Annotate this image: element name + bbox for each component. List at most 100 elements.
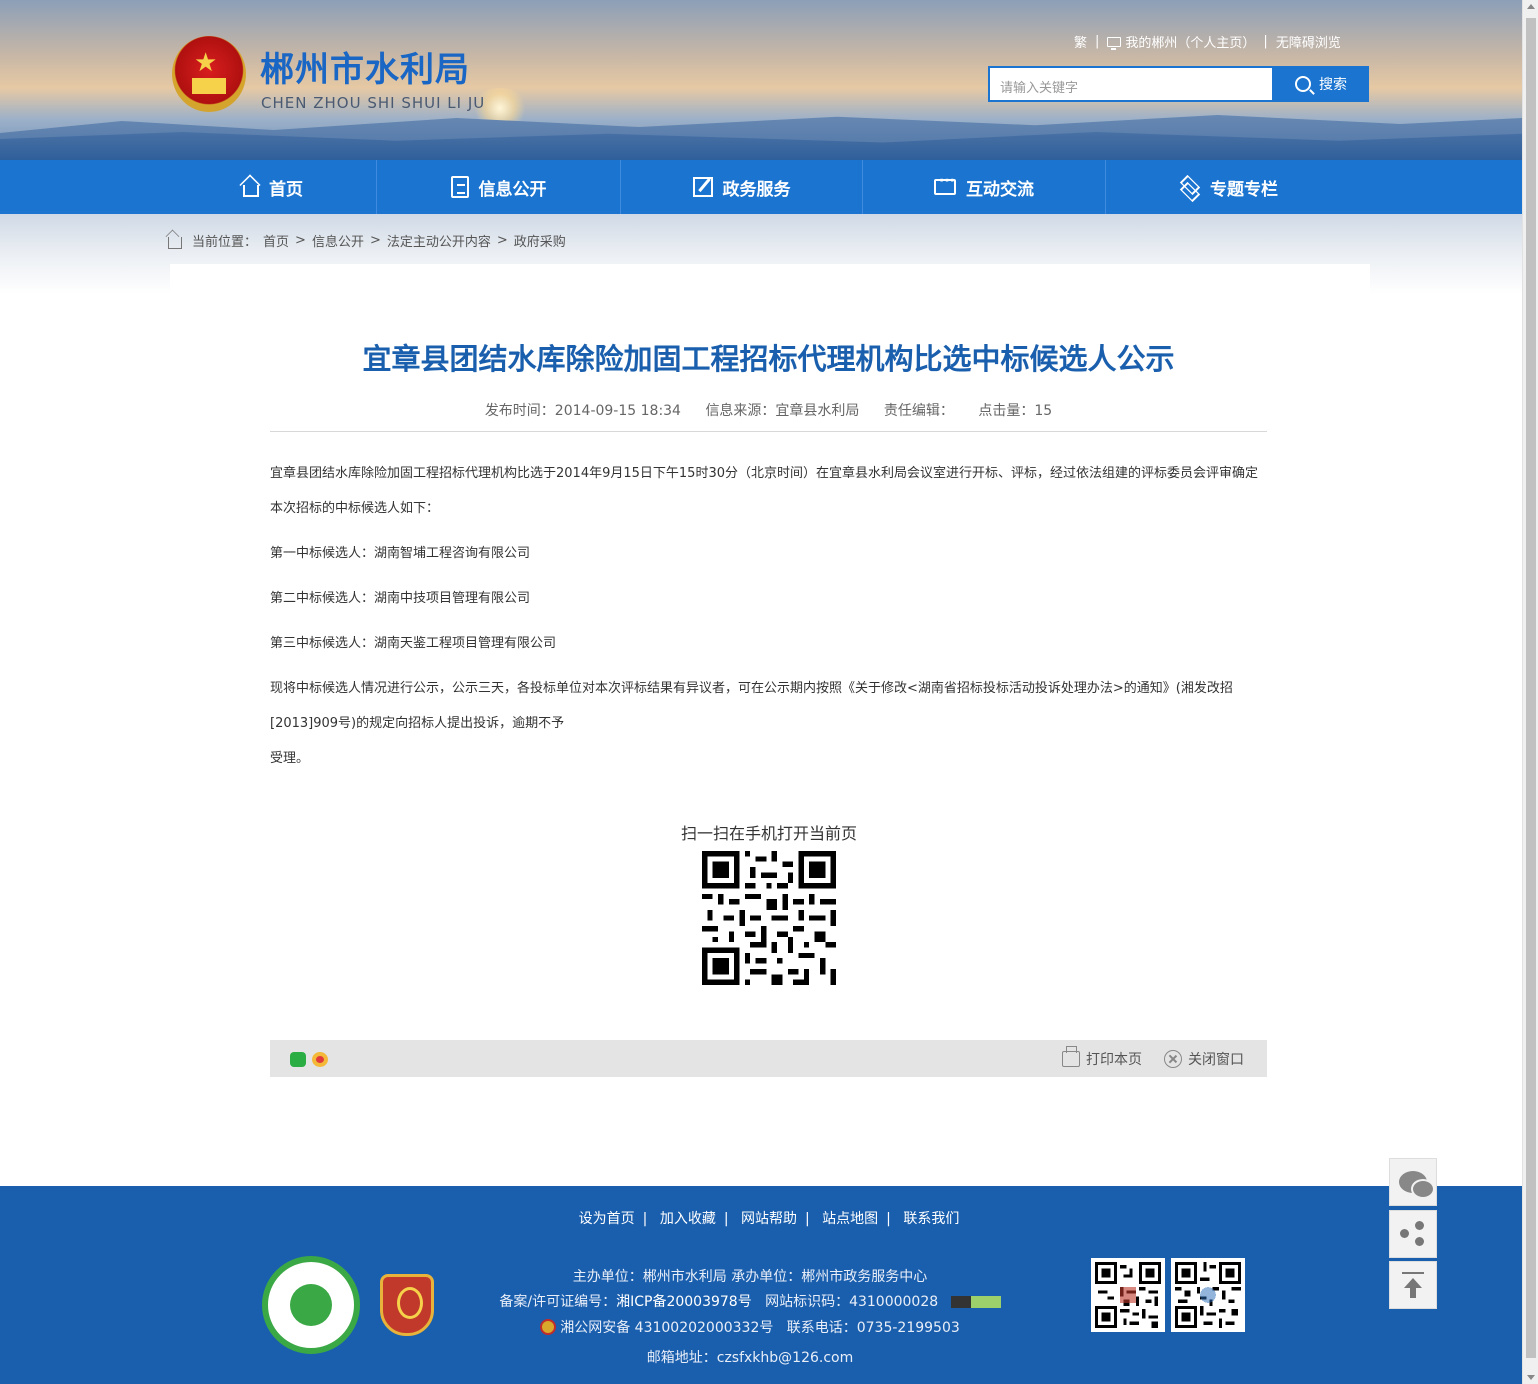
layers-icon	[1178, 176, 1200, 198]
footer-link-add-favorite[interactable]: 加入收藏	[660, 1211, 716, 1227]
police-record[interactable]: 湘公网安备 43100202000332号	[560, 1320, 773, 1336]
breadcrumb-item-procurement[interactable]: 政府采购	[514, 231, 566, 250]
side-share-button[interactable]	[1389, 1210, 1437, 1258]
share-icon	[1400, 1221, 1426, 1247]
nav-label: 互动交流	[966, 179, 1034, 200]
article-paragraph: 受理。	[270, 751, 310, 766]
nav-item-gov-services[interactable]: 政务服务	[621, 160, 862, 214]
footer-link-set-homepage[interactable]: 设为首页	[579, 1211, 635, 1227]
arrow-up-icon	[1402, 1272, 1424, 1298]
main-nav: 首页 信息公开 政务服务 互动交流 专题专栏	[0, 160, 1522, 214]
separator: |	[1263, 34, 1268, 49]
site-code: 网站标识码：4310000028	[765, 1294, 939, 1310]
article-paragraph: 第一中标候选人：湖南智埔工程咨询有限公司	[270, 546, 531, 561]
article-paragraph: 第二中标候选人：湖南中技项目管理有限公司	[270, 591, 531, 606]
close-icon	[1164, 1050, 1182, 1068]
back-to-top-button[interactable]	[1389, 1261, 1437, 1309]
footer-links: 设为首页 | 加入收藏 | 网站帮助 | 站点地图 | 联系我们	[0, 1208, 1538, 1228]
article-meta: 发布时间：2014-09-15 18:34 信息来源：宜章县水利局 责任编辑： …	[270, 400, 1267, 420]
icp-link[interactable]: 湘ICP备20003978号	[616, 1294, 752, 1310]
my-portal-link[interactable]: 我的郴州（个人主页）	[1107, 32, 1255, 51]
qr-caption: 扫一扫在手机打开当前页	[680, 824, 857, 843]
view-count: 点击量：15	[978, 403, 1053, 419]
vertical-scrollbar[interactable]	[1522, 0, 1538, 1384]
search-button-label: 搜索	[1319, 77, 1347, 93]
document-icon	[450, 176, 469, 198]
close-label: 关闭窗口	[1188, 1052, 1244, 1068]
footer-icp-line: 备案/许可证编号：湘ICP备20003978号 网站标识码：4310000028	[480, 1291, 1020, 1311]
breadcrumb-prefix: 当前位置：	[192, 235, 258, 250]
close-window-button[interactable]: 关闭窗口	[1164, 1049, 1244, 1069]
breadcrumb-separator: >	[369, 233, 381, 248]
site-title[interactable]: 郴州市水利局	[260, 42, 470, 91]
monitor-icon	[1107, 37, 1122, 50]
separator: |	[1095, 34, 1100, 49]
nav-item-special-topics[interactable]: 专题专栏	[1106, 160, 1350, 214]
scroll-up-arrow-icon[interactable]	[1527, 4, 1535, 9]
cnzz-badge-icon[interactable]	[950, 1296, 1001, 1308]
separator: |	[805, 1211, 810, 1227]
footer-police-line: 湘公网安备 43100202000332号 联系电话：0735-2199503	[480, 1317, 1020, 1337]
search-icon	[1295, 76, 1311, 92]
footer-email: 邮箱地址：czsfxkhb@126.com	[646, 1350, 854, 1366]
contact-phone: 联系电话：0735-2199503	[786, 1320, 960, 1336]
national-emblem-icon: ★	[172, 36, 246, 112]
wechat-share-icon[interactable]	[290, 1052, 306, 1067]
home-icon	[243, 185, 259, 197]
side-wechat-button[interactable]	[1389, 1158, 1437, 1206]
search-input[interactable]: 请输入关键字	[988, 66, 1274, 102]
nav-label: 政务服务	[722, 179, 791, 200]
home-icon	[168, 236, 182, 249]
nav-label: 信息公开	[478, 179, 547, 200]
nav-item-interaction[interactable]: 互动交流	[863, 160, 1105, 214]
footer-link-sitemap[interactable]: 站点地图	[822, 1211, 878, 1227]
footer-link-help[interactable]: 网站帮助	[741, 1211, 797, 1227]
search-button[interactable]: 搜索	[1273, 66, 1369, 102]
breadcrumb-item-statutory-content[interactable]: 法定主动公开内容	[387, 231, 491, 250]
responsible-editor: 责任编辑：	[883, 403, 954, 419]
site-subtitle: CHEN ZHOU SHI SHUI LI JU	[261, 94, 486, 112]
printer-icon	[1062, 1046, 1080, 1067]
nav-item-info-disclosure[interactable]: 信息公开	[377, 160, 620, 214]
breadcrumb: 当前位置： 首页 > 信息公开 > 法定主动公开内容 > 政府采购	[168, 231, 566, 250]
edit-icon	[692, 177, 713, 197]
separator: |	[723, 1211, 729, 1227]
top-links: 繁 | 我的郴州（个人主页） | 无障碍浏览	[1074, 32, 1341, 51]
footer: 设为首页 | 加入收藏 | 网站帮助 | 站点地图 | 联系我们 主办单位：郴州市水利局…	[0, 1186, 1522, 1384]
weibo-share-icon[interactable]	[312, 1052, 328, 1067]
wechat-qr-code	[1091, 1258, 1165, 1332]
breadcrumb-item-home[interactable]: 首页	[263, 231, 289, 250]
breadcrumb-separator: >	[496, 233, 508, 248]
weibo-qr-code	[1171, 1258, 1245, 1332]
civilized-city-badge-icon[interactable]	[262, 1256, 360, 1354]
article-paragraph: 宜章县团结水库除险加固工程招标代理机构比选于2014年9月15日下午15时30分…	[270, 466, 1258, 516]
scrollbar-thumb[interactable]	[1526, 18, 1536, 1358]
breadcrumb-separator: >	[295, 233, 306, 248]
article-toolbar: 打印本页 关闭窗口	[270, 1040, 1267, 1077]
scroll-down-arrow-icon[interactable]	[1527, 1375, 1535, 1380]
footer-link-contact[interactable]: 联系我们	[903, 1211, 959, 1227]
party-government-badge-icon[interactable]	[380, 1274, 434, 1336]
article-paragraph: 现将中标候选人情况进行公示，公示三天，各投标单位对本次评标结果有异议者，可在公示…	[270, 681, 1233, 731]
publish-time: 发布时间：2014-09-15 18:34	[484, 403, 681, 419]
divider	[270, 431, 1267, 432]
article-paragraph: 第三中标候选人：湖南天鉴工程项目管理有限公司	[270, 636, 557, 651]
footer-sponsor: 主办单位：郴州市水利局 承办单位：郴州市政务服务中心	[572, 1269, 928, 1285]
print-label: 打印本页	[1086, 1052, 1142, 1068]
nav-label: 首页	[269, 179, 303, 200]
nav-item-home[interactable]: 首页	[170, 160, 376, 214]
nav-label: 专题专栏	[1210, 179, 1278, 200]
wechat-icon	[1399, 1171, 1435, 1199]
icp-prefix: 备案/许可证编号：	[499, 1294, 617, 1310]
police-badge-icon	[540, 1319, 557, 1335]
article-title: 宜章县团结水库除险加固工程招标代理机构比选中标候选人公示	[362, 342, 1175, 376]
chat-icon	[934, 173, 956, 195]
breadcrumb-item-info-disclosure[interactable]: 信息公开	[312, 231, 364, 250]
traditional-chinese-link[interactable]: 繁	[1074, 32, 1087, 51]
page-qr-code	[702, 851, 836, 985]
info-source: 信息来源：宜章县水利局	[705, 403, 860, 419]
separator: |	[886, 1211, 891, 1227]
accessibility-link[interactable]: 无障碍浏览	[1276, 32, 1341, 51]
separator: |	[642, 1211, 648, 1227]
print-page-button[interactable]: 打印本页	[1062, 1046, 1142, 1069]
